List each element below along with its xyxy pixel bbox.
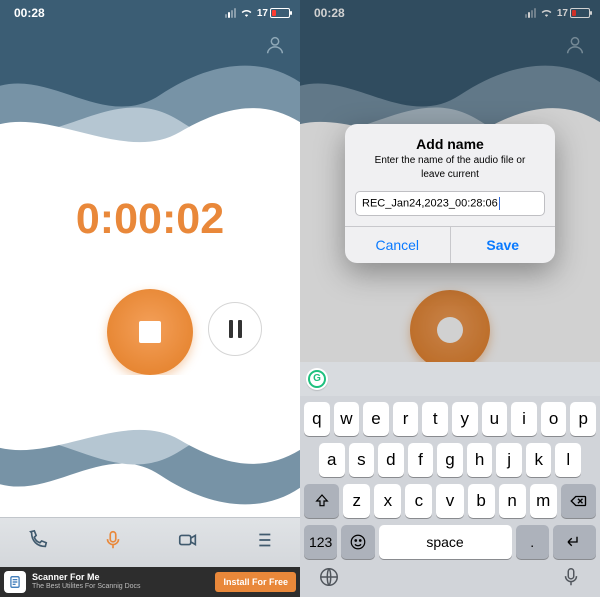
key-a[interactable]: a: [319, 443, 345, 477]
pause-icon: [229, 320, 233, 338]
numbers-key[interactable]: 123: [304, 525, 337, 559]
ad-title: Scanner For Me: [32, 573, 209, 583]
key-h[interactable]: h: [467, 443, 493, 477]
shift-key[interactable]: [304, 484, 339, 518]
status-bar: 00:28 17: [0, 0, 300, 26]
key-w[interactable]: w: [334, 402, 360, 436]
space-key[interactable]: space: [379, 525, 512, 559]
key-k[interactable]: k: [526, 443, 552, 477]
filename-input[interactable]: REC_Jan24,2023_00:28:06: [355, 191, 545, 216]
grammarly-icon[interactable]: G: [306, 368, 328, 390]
backspace-key[interactable]: [561, 484, 596, 518]
key-n[interactable]: n: [499, 484, 526, 518]
key-v[interactable]: v: [436, 484, 463, 518]
ad-subtitle: The Best Utilites For Scannig Docs: [32, 583, 209, 591]
globe-icon[interactable]: [318, 566, 340, 593]
nav-mic-icon[interactable]: [102, 529, 124, 556]
alert-message: Enter the name of the audio file or leav…: [345, 154, 555, 191]
key-l[interactable]: l: [555, 443, 581, 477]
key-j[interactable]: j: [496, 443, 522, 477]
key-r[interactable]: r: [393, 402, 419, 436]
profile-icon[interactable]: [264, 34, 286, 61]
stop-icon: [139, 321, 161, 343]
key-e[interactable]: e: [363, 402, 389, 436]
key-c[interactable]: c: [405, 484, 432, 518]
ad-banner[interactable]: Scanner For Me The Best Utilites For Sca…: [0, 567, 300, 597]
status-icons: 17: [225, 7, 290, 20]
key-d[interactable]: d: [378, 443, 404, 477]
ad-install-button[interactable]: Install For Free: [215, 572, 296, 592]
cancel-button[interactable]: Cancel: [345, 227, 451, 263]
nav-video-icon[interactable]: [177, 529, 199, 556]
stop-button[interactable]: [107, 289, 193, 375]
key-b[interactable]: b: [468, 484, 495, 518]
dictation-icon[interactable]: [560, 566, 582, 593]
key-m[interactable]: m: [530, 484, 557, 518]
ad-app-icon: [4, 571, 26, 593]
rec-indicator: REC: [129, 160, 172, 182]
nav-call-icon[interactable]: [27, 529, 49, 556]
wifi-icon: [240, 7, 253, 20]
key-u[interactable]: u: [482, 402, 508, 436]
save-button[interactable]: Save: [451, 227, 556, 263]
text-cursor: [499, 197, 501, 210]
key-z[interactable]: z: [343, 484, 370, 518]
bottom-nav: [0, 517, 300, 567]
alert-title: Add name: [345, 124, 555, 154]
key-p[interactable]: p: [570, 402, 596, 436]
period-key[interactable]: .: [516, 525, 549, 559]
status-time: 00:28: [14, 6, 45, 20]
key-s[interactable]: s: [349, 443, 375, 477]
rename-alert: Add name Enter the name of the audio fil…: [345, 124, 555, 263]
key-y[interactable]: y: [452, 402, 478, 436]
key-t[interactable]: t: [422, 402, 448, 436]
cellular-icon: [225, 8, 236, 18]
suggestion-bar: G: [300, 362, 600, 396]
emoji-key[interactable]: [341, 525, 374, 559]
nav-list-icon[interactable]: [252, 529, 274, 556]
return-key[interactable]: [553, 525, 596, 559]
pause-button[interactable]: [208, 302, 262, 356]
key-i[interactable]: i: [511, 402, 537, 436]
key-q[interactable]: q: [304, 402, 330, 436]
key-x[interactable]: x: [374, 484, 401, 518]
key-g[interactable]: g: [437, 443, 463, 477]
battery-icon: 17: [257, 8, 290, 19]
key-o[interactable]: o: [541, 402, 567, 436]
recording-timer: 0:00:02: [0, 195, 300, 244]
key-f[interactable]: f: [408, 443, 434, 477]
keyboard: G qwertyuiop asdfghjkl zxcvbnm 123 space…: [300, 362, 600, 597]
